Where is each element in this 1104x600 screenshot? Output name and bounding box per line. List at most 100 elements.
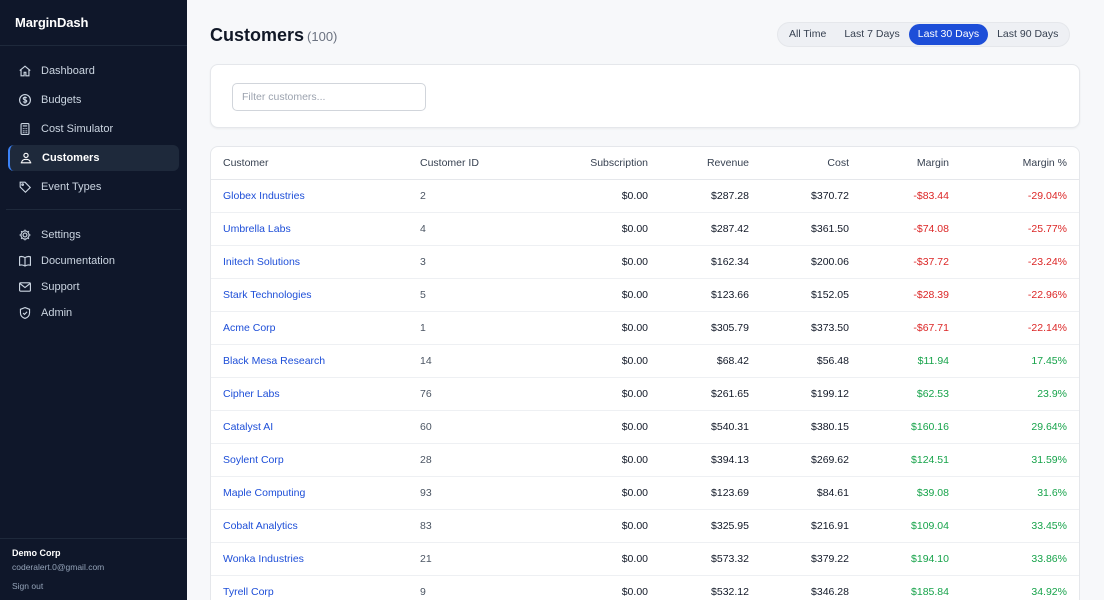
customer-name[interactable]: Globex Industries xyxy=(211,179,408,213)
customer-name[interactable]: Cobalt Analytics xyxy=(211,509,408,543)
customer-id: 1 xyxy=(408,311,526,345)
subscription-value: $0.00 xyxy=(526,311,660,345)
sidebar-item-label: Cost Simulator xyxy=(41,123,114,135)
margin-value: -$37.72 xyxy=(861,245,961,279)
margin-percent-value: -29.04% xyxy=(961,179,1079,213)
margin-value: -$67.71 xyxy=(861,311,961,345)
table-row[interactable]: Catalyst AI 60 $0.00 $540.31 $380.15 $160.16 2… xyxy=(211,410,1079,444)
range-all-time[interactable]: All Time xyxy=(780,24,835,45)
margin-percent-value: 23.9% xyxy=(961,377,1079,411)
column-header-customer-id[interactable]: Customer ID xyxy=(408,147,526,180)
margin-percent-value: 31.59% xyxy=(961,443,1079,477)
sidebar-item-dashboard[interactable]: Dashboard xyxy=(8,58,179,84)
user-org: Demo Corp xyxy=(12,548,61,558)
customer-name[interactable]: Soylent Corp xyxy=(211,443,408,477)
margin-percent-value: 33.45% xyxy=(961,509,1079,543)
user-panel: Demo Corp coderalert.0@gmail.com Sign ou… xyxy=(0,538,187,600)
sidebar-item-event-types[interactable]: Event Types xyxy=(8,174,179,200)
sidebar-item-budgets[interactable]: Budgets xyxy=(8,87,179,113)
sidebar: MarginDash Dashboard Budgets Cost Simula… xyxy=(0,0,187,600)
cost-value: $379.22 xyxy=(761,542,861,576)
customer-name[interactable]: Tyrell Corp xyxy=(211,575,408,600)
range-last-30-days[interactable]: Last 30 Days xyxy=(908,24,989,45)
customer-id: 83 xyxy=(408,509,526,543)
page-title-text: Customers xyxy=(210,25,305,45)
table-row[interactable]: Umbrella Labs 4 $0.00 $287.42 $361.50 -$74.08… xyxy=(211,212,1079,246)
sidebar-item-customers[interactable]: Customers xyxy=(8,145,179,171)
sidebar-item-cost-simulator[interactable]: Cost Simulator xyxy=(8,116,179,142)
column-header-margin-percent[interactable]: Margin % xyxy=(961,147,1079,180)
cost-value: $216.91 xyxy=(761,509,861,543)
filter-card xyxy=(210,64,1080,128)
range-last-90-days[interactable]: Last 90 Days xyxy=(988,24,1067,45)
customer-name[interactable]: Acme Corp xyxy=(211,311,408,345)
gear-icon xyxy=(18,228,32,242)
table-row[interactable]: Tyrell Corp 9 $0.00 $532.12 $346.28 $185.84 34… xyxy=(211,575,1079,600)
cost-value: $373.50 xyxy=(761,311,861,345)
app-logo[interactable]: MarginDash xyxy=(0,0,187,46)
column-header-revenue[interactable]: Revenue xyxy=(660,147,761,180)
margin-value: $185.84 xyxy=(861,575,961,600)
customer-name[interactable]: Catalyst AI xyxy=(211,410,408,444)
column-header-margin[interactable]: Margin xyxy=(861,147,961,180)
customer-name[interactable]: Stark Technologies xyxy=(211,278,408,312)
sidebar-item-support[interactable]: Support xyxy=(8,274,179,300)
sidebar-item-settings[interactable]: Settings xyxy=(8,222,179,248)
cost-value: $199.12 xyxy=(761,377,861,411)
sidebar-item-label: Support xyxy=(41,281,80,293)
sidebar-item-admin[interactable]: Admin xyxy=(8,300,179,326)
subscription-value: $0.00 xyxy=(526,542,660,576)
primary-nav: Dashboard Budgets Cost Simulator Custome… xyxy=(0,46,187,200)
revenue-value: $325.95 xyxy=(660,509,761,543)
table-row[interactable]: Maple Computing 93 $0.00 $123.69 $84.61 $39.0… xyxy=(211,476,1079,510)
customer-name[interactable]: Umbrella Labs xyxy=(211,212,408,246)
margin-value: -$74.08 xyxy=(861,212,961,246)
sign-out-link[interactable]: Sign out xyxy=(12,581,187,591)
margin-percent-value: 17.45% xyxy=(961,344,1079,378)
sidebar-item-documentation[interactable]: Documentation xyxy=(8,248,179,274)
margin-value: -$83.44 xyxy=(861,179,961,213)
table-row[interactable]: Stark Technologies 5 $0.00 $123.66 $152.05 -$… xyxy=(211,278,1079,312)
table-row[interactable]: Black Mesa Research 14 $0.00 $68.42 $56.48 $1… xyxy=(211,344,1079,378)
sidebar-item-label: Documentation xyxy=(41,255,115,267)
subscription-value: $0.00 xyxy=(526,443,660,477)
margin-percent-value: 33.86% xyxy=(961,542,1079,576)
table-header-row: Customer Customer ID Subscription Revenu… xyxy=(211,147,1079,180)
subscription-value: $0.00 xyxy=(526,212,660,246)
margin-percent-value: 34.92% xyxy=(961,575,1079,600)
customer-name[interactable]: Maple Computing xyxy=(211,476,408,510)
sidebar-item-label: Budgets xyxy=(41,94,82,106)
margin-percent-value: -23.24% xyxy=(961,245,1079,279)
margin-percent-value: -22.14% xyxy=(961,311,1079,345)
customers-table-card: Customer Customer ID Subscription Revenu… xyxy=(210,146,1080,600)
dollar-circle-icon xyxy=(18,93,32,107)
customer-name[interactable]: Black Mesa Research xyxy=(211,344,408,378)
customer-count: (100) xyxy=(307,29,338,44)
column-header-customer[interactable]: Customer xyxy=(211,147,408,180)
table-row[interactable]: Cobalt Analytics 83 $0.00 $325.95 $216.91 $10… xyxy=(211,509,1079,543)
margin-percent-value: -25.77% xyxy=(961,212,1079,246)
table-row[interactable]: Globex Industries 2 $0.00 $287.28 $370.72 -$8… xyxy=(211,179,1079,213)
tag-icon xyxy=(18,180,32,194)
customer-id: 60 xyxy=(408,410,526,444)
table-row[interactable]: Wonka Industries 21 $0.00 $573.32 $379.22 $19… xyxy=(211,542,1079,576)
table-row[interactable]: Cipher Labs 76 $0.00 $261.65 $199.12 $62.53 23… xyxy=(211,377,1079,411)
customer-name[interactable]: Wonka Industries xyxy=(211,542,408,576)
range-last-7-days[interactable]: Last 7 Days xyxy=(835,24,908,45)
revenue-value: $540.31 xyxy=(660,410,761,444)
table-row[interactable]: Initech Solutions 3 $0.00 $162.34 $200.06 -$3… xyxy=(211,245,1079,279)
customer-id: 3 xyxy=(408,245,526,279)
customer-name[interactable]: Cipher Labs xyxy=(211,377,408,411)
column-header-subscription[interactable]: Subscription xyxy=(526,147,660,180)
user-email: coderalert.0@gmail.com xyxy=(12,562,105,572)
customer-name[interactable]: Initech Solutions xyxy=(211,245,408,279)
revenue-value: $123.66 xyxy=(660,278,761,312)
customer-id: 93 xyxy=(408,476,526,510)
table-row[interactable]: Acme Corp 1 $0.00 $305.79 $373.50 -$67.71 -22.… xyxy=(211,311,1079,345)
table-row[interactable]: Soylent Corp 28 $0.00 $394.13 $269.62 $124.51… xyxy=(211,443,1079,477)
column-header-cost[interactable]: Cost xyxy=(761,147,861,180)
filter-customers-input[interactable] xyxy=(232,83,426,111)
margin-percent-value: 31.6% xyxy=(961,476,1079,510)
cost-value: $84.61 xyxy=(761,476,861,510)
customer-id: 76 xyxy=(408,377,526,411)
